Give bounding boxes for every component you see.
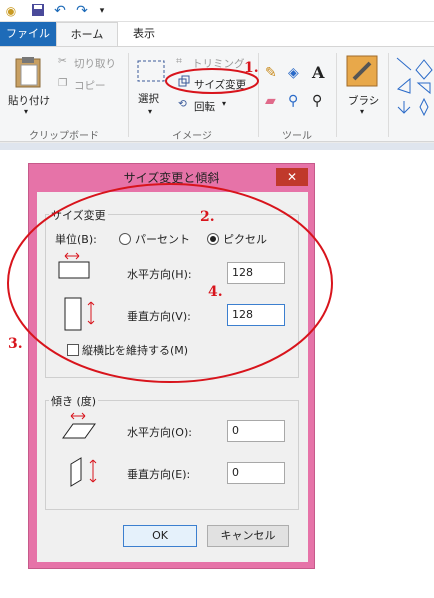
annotation-label-1: 1. [244, 60, 259, 76]
annotation-ellipse-resize-section [7, 183, 333, 383]
annotation-label-3: 3. [8, 336, 23, 352]
annotation-label-4: 4. [208, 284, 223, 300]
annotation-label-2: 2. [200, 209, 215, 225]
